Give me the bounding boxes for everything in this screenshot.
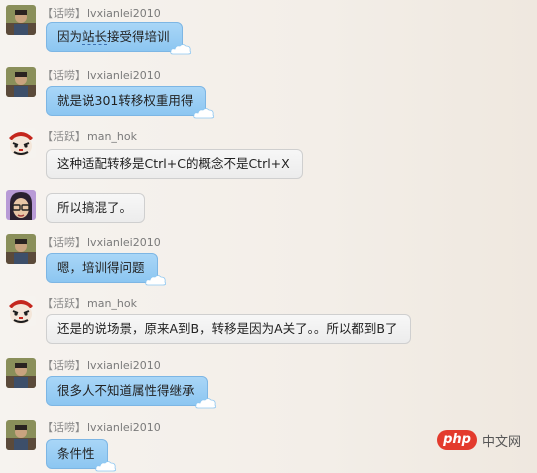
user-role: 【话唠】 xyxy=(42,421,86,434)
user-avatar[interactable] xyxy=(6,420,36,450)
message-text: 接受得培训 xyxy=(107,29,170,44)
user-role: 【话唠】 xyxy=(42,236,86,249)
watermark-text: 中文网 xyxy=(482,435,522,450)
message-bubble: 条件性 xyxy=(46,439,116,472)
message-bubble: 因为站长接受得培训 xyxy=(46,22,191,55)
message-text: 所以搞混了。 xyxy=(57,200,133,215)
message-text: 还是的说场景，原来A到B，转移是因为A关了。。所以都到B了 xyxy=(57,321,398,336)
user-role: 【活跃】 xyxy=(42,297,86,310)
username[interactable]: lvxianlei2010 xyxy=(87,236,161,249)
message-bubble: 就是说301转移权重用得 xyxy=(46,86,215,119)
username[interactable]: lvxianlei2010 xyxy=(87,421,161,434)
username[interactable]: man_hok xyxy=(87,130,137,143)
message-bubble: 所以搞混了。 xyxy=(46,193,146,223)
message-bubble: 这种适配转移是Ctrl+C的概念不是Ctrl+X xyxy=(46,149,303,179)
user-role: 【话唠】 xyxy=(42,359,86,372)
user-avatar[interactable] xyxy=(6,67,36,97)
message-bubble: 嗯，培训得问题 xyxy=(46,253,166,286)
message-text: 这种适配转移是Ctrl+C的概念不是Ctrl+X xyxy=(57,156,290,171)
cloud-icon xyxy=(193,108,215,119)
message-text: 条件性 xyxy=(57,446,95,461)
message-bubble: 还是的说场景，原来A到B，转移是因为A关了。。所以都到B了 xyxy=(46,314,411,344)
chat-log: 【话唠】lvxianlei2010 因为站长接受得培训 【话唠】lvxianle… xyxy=(0,0,537,472)
username[interactable]: lvxianlei2010 xyxy=(87,7,161,20)
user-avatar[interactable] xyxy=(6,234,36,264)
user-avatar[interactable] xyxy=(6,5,36,35)
message-text: 嗯，培训得问题 xyxy=(57,260,145,275)
message-text: 因为 xyxy=(57,29,83,44)
user-avatar[interactable] xyxy=(6,190,36,220)
user-avatar[interactable] xyxy=(6,358,36,388)
site-watermark: php 中文网 xyxy=(437,430,532,452)
php-logo: php xyxy=(437,430,477,450)
username[interactable]: lvxianlei2010 xyxy=(87,359,161,372)
message-text: 很多人不知道属性得继承 xyxy=(57,383,195,398)
username[interactable]: man_hok xyxy=(87,297,137,310)
username[interactable]: lvxianlei2010 xyxy=(87,69,161,82)
message-bubble: 很多人不知道属性得继承 xyxy=(46,376,216,409)
cloud-icon xyxy=(94,461,116,472)
user-avatar[interactable] xyxy=(6,128,36,158)
cloud-icon xyxy=(169,44,191,55)
message-text: 就是说301转移权重用得 xyxy=(57,93,194,108)
user-avatar[interactable] xyxy=(6,296,36,326)
user-role: 【话唠】 xyxy=(42,7,86,20)
keyword-link[interactable]: 站长 xyxy=(82,29,108,45)
cloud-icon xyxy=(194,398,216,409)
user-role: 【话唠】 xyxy=(42,69,86,82)
user-role: 【活跃】 xyxy=(42,130,86,143)
cloud-icon xyxy=(144,275,166,286)
